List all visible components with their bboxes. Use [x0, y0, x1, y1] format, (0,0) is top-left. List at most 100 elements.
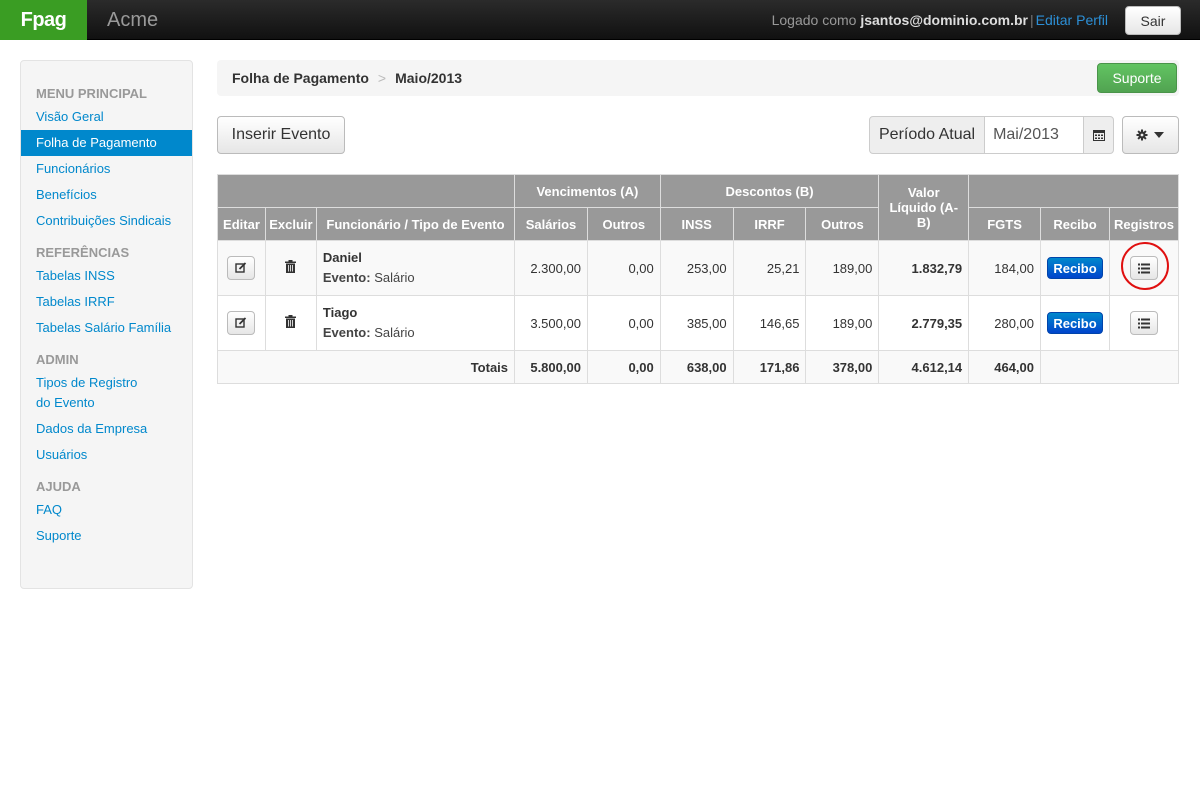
user-info: Logado como jsantos@dominio.com.br | Edita…: [772, 0, 1108, 40]
gear-icon: [1136, 129, 1148, 141]
total-earn-other: 0,00: [586, 350, 661, 384]
cell-net: 1.832,79: [878, 240, 970, 296]
total-salaries: 5.800,00: [514, 350, 588, 384]
sidebar-item-beneficios[interactable]: Benefícios: [21, 182, 192, 208]
totals-blank: [1040, 350, 1179, 384]
user-email: jsantos@dominio.com.br: [860, 12, 1028, 28]
company-name: Acme: [107, 9, 159, 31]
cell-edit: [217, 295, 266, 351]
cell-fgts: 184,00: [968, 240, 1041, 296]
edit-icon: [235, 262, 247, 273]
edit-button[interactable]: [227, 256, 256, 280]
records-button[interactable]: [1130, 311, 1158, 335]
col-employee: Funcionário / Tipo de Evento: [315, 207, 516, 241]
payroll-table: Vencimentos (A) Descontos (B) Valor Líqu…: [216, 174, 1179, 384]
sidebar-item-tabelas-irrf[interactable]: Tabelas IRRF: [21, 289, 192, 315]
records-button[interactable]: [1130, 256, 1158, 280]
period-label: Período Atual: [869, 116, 986, 154]
header-net: Valor Líquido (A-B): [878, 174, 970, 241]
col-receipt: Recibo: [1040, 207, 1110, 241]
settings-dropdown-button[interactable]: [1122, 116, 1179, 154]
cell-inss: 385,00: [659, 295, 734, 351]
sidebar-item-contribuicoes-sindicais[interactable]: Contribuições Sindicais: [21, 208, 192, 234]
brand-logo[interactable]: Fpag: [0, 0, 87, 40]
col-edit: Editar: [217, 207, 266, 241]
sidebar-item-suporte[interactable]: Suporte: [21, 523, 192, 549]
trash-icon[interactable]: [285, 260, 297, 273]
header-blank-right: [968, 174, 1179, 208]
col-delete: Excluir: [264, 207, 317, 241]
cell-salaries: 3.500,00: [514, 295, 588, 351]
sidebar-item-dados-da-empresa[interactable]: Dados da Empresa: [21, 416, 192, 442]
totals-label: Totais: [216, 350, 516, 384]
receipt-button[interactable]: Recibo: [1047, 312, 1103, 334]
col-inss: INSS: [659, 207, 734, 241]
trash-icon[interactable]: [285, 315, 297, 328]
logged-prefix: Logado como: [771, 12, 857, 28]
calendar-button[interactable]: [1083, 116, 1115, 154]
col-records: Registros: [1109, 207, 1179, 241]
logout-button[interactable]: Sair: [1125, 6, 1181, 35]
employee-name: Tiago: [322, 305, 358, 320]
caret-down-icon: [1154, 132, 1164, 138]
col-salaries: Salários: [514, 207, 588, 241]
breadcrumb-divider: >: [377, 70, 387, 86]
receipt-button[interactable]: Recibo: [1047, 257, 1103, 279]
cell-earn-other: 0,00: [586, 240, 661, 296]
sidebar-item-folha-de-pagamento[interactable]: Folha de Pagamento: [21, 130, 192, 156]
sidebar-item-funcionarios[interactable]: Funcionários: [21, 156, 192, 182]
totals-row: Totais 5.800,00 0,00 638,00 171,86 378,0…: [216, 350, 1179, 384]
edit-profile-link[interactable]: Editar Perfil: [1036, 12, 1108, 28]
breadcrumb-item-folha[interactable]: Folha de Pagamento: [232, 70, 369, 86]
cell-irrf: 146,65: [732, 295, 807, 351]
sidebar-item-tabelas-salario-familia[interactable]: Tabelas Salário Família: [21, 315, 192, 341]
cell-receipt: Recibo: [1040, 295, 1110, 351]
sidebar-item-tabelas-inss[interactable]: Tabelas INSS: [21, 263, 192, 289]
cell-earn-other: 0,00: [586, 295, 661, 351]
period-selector: Período Atual: [869, 116, 1115, 154]
insert-event-button[interactable]: Inserir Evento: [217, 116, 345, 154]
cell-inss: 253,00: [659, 240, 734, 296]
cell-delete: [264, 240, 317, 296]
cell-employee: Daniel Evento: Salário: [315, 240, 516, 296]
col-earn-other: Outros: [586, 207, 661, 241]
header-deductions: Descontos (B): [659, 174, 880, 208]
sidebar-header-admin: ADMIN: [36, 352, 79, 367]
employee-event: Evento: Salário: [323, 268, 508, 288]
list-icon: [1138, 318, 1150, 328]
col-ded-other: Outros: [805, 207, 880, 241]
table-header-row: Editar Excluir Funcionário / Tipo de Eve…: [217, 207, 1179, 241]
support-button[interactable]: Suporte: [1097, 63, 1177, 93]
sidebar-item-tipos-de-registro[interactable]: Tipos de Registro do Evento: [21, 370, 161, 416]
header-blank: [216, 174, 516, 208]
cell-records: [1109, 240, 1179, 296]
sidebar-item-faq[interactable]: FAQ: [21, 497, 192, 523]
event-label: Evento:: [322, 270, 371, 285]
sidebar: MENU PRINCIPAL Visão Geral Folha de Paga…: [20, 60, 193, 589]
sidebar-item-visao-geral[interactable]: Visão Geral: [21, 104, 192, 130]
top-navbar: Fpag Acme Logado como jsantos@dominio.co…: [0, 0, 1200, 40]
header-earnings: Vencimentos (A): [514, 174, 661, 208]
event-value: Salário: [374, 325, 415, 340]
breadcrumb: Folha de Pagamento > Maio/2013 Suporte: [217, 60, 1179, 96]
total-net: 4.612,14: [878, 350, 970, 384]
cell-receipt: Recibo: [1040, 240, 1110, 296]
employee-name: Daniel: [322, 250, 362, 265]
breadcrumb-item-periodo: Maio/2013: [395, 70, 463, 86]
employee-event: Evento: Salário: [323, 323, 508, 343]
edit-icon: [235, 317, 247, 328]
total-inss: 638,00: [659, 350, 734, 384]
cell-employee: Tiago Evento: Salário: [315, 295, 516, 351]
sidebar-header-menu-principal: MENU PRINCIPAL: [36, 86, 147, 101]
table-group-header-row: Vencimentos (A) Descontos (B) Valor Líqu…: [216, 174, 1179, 241]
sidebar-item-usuarios[interactable]: Usuários: [21, 442, 192, 468]
period-input[interactable]: [985, 116, 1084, 154]
cell-delete: [264, 295, 317, 351]
event-label: Evento:: [322, 325, 371, 340]
cell-ded-other: 189,00: [805, 240, 880, 296]
total-fgts: 464,00: [968, 350, 1041, 384]
user-separator: |: [1030, 12, 1034, 28]
cell-ded-other: 189,00: [805, 295, 880, 351]
sidebar-header-ajuda: AJUDA: [36, 479, 81, 494]
edit-button[interactable]: [227, 311, 256, 335]
